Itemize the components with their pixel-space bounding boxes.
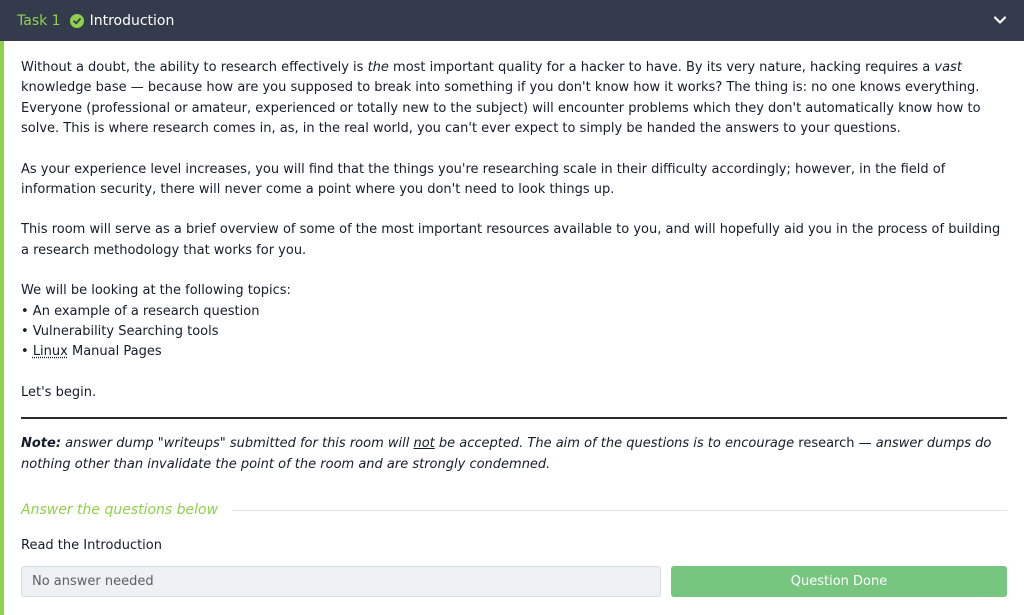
answer-section-header: Answer the questions below [21, 502, 1007, 518]
paragraph-overview: This room will serve as a brief overview… [21, 222, 1001, 258]
text: most important quality for a hacker to h… [388, 60, 935, 75]
heading-line [232, 509, 1007, 511]
text: knowledge base — because how are you sup… [21, 80, 981, 137]
note-not: not [413, 436, 435, 451]
text: Manual Pages [67, 344, 162, 360]
paragraph-experience: As your experience level increases, you … [21, 161, 946, 198]
text: be accepted. The aim of the questions is… [434, 436, 799, 451]
answer-input[interactable] [21, 566, 661, 597]
note-paragraph: Note: answer dump "writeups" submitted f… [21, 433, 1011, 475]
emphasis-the: the [367, 60, 389, 75]
emphasis-vast: vast [934, 60, 962, 75]
paragraph-begin: Let's begin. [21, 384, 97, 400]
task-content: Without a doubt, the ability to research… [21, 58, 1011, 403]
chevron-down-icon[interactable] [992, 12, 1008, 28]
linux-abbr[interactable]: Linux [33, 344, 68, 359]
answer-heading: Answer the questions below [21, 502, 219, 518]
task-number-label: Task 1 [17, 12, 61, 29]
paragraph-intro: Without a doubt, the ability to research… [21, 58, 1011, 140]
divider [21, 417, 1007, 419]
topic-item: • An example of a research question [21, 303, 260, 319]
topic-item: • Vulnerability Searching tools [21, 324, 219, 340]
question-done-button[interactable]: Question Done [671, 566, 1007, 597]
bullet: • [21, 344, 33, 360]
check-circle-icon [69, 13, 84, 28]
task-header[interactable]: Task 1 Introduction [0, 0, 1024, 41]
topic-item: • Linux Manual Pages [21, 342, 1011, 362]
text: Without a doubt, the ability to research… [21, 60, 368, 75]
question-label: Read the Introduction [21, 538, 162, 553]
note-label: Note: [21, 436, 62, 451]
topics-intro: We will be looking at the following topi… [21, 283, 291, 299]
note-research: research [798, 436, 855, 451]
text: answer dump "writeups" submitted for thi… [61, 436, 414, 451]
task-accent-bar [0, 41, 4, 615]
task-title: Introduction [89, 12, 175, 29]
